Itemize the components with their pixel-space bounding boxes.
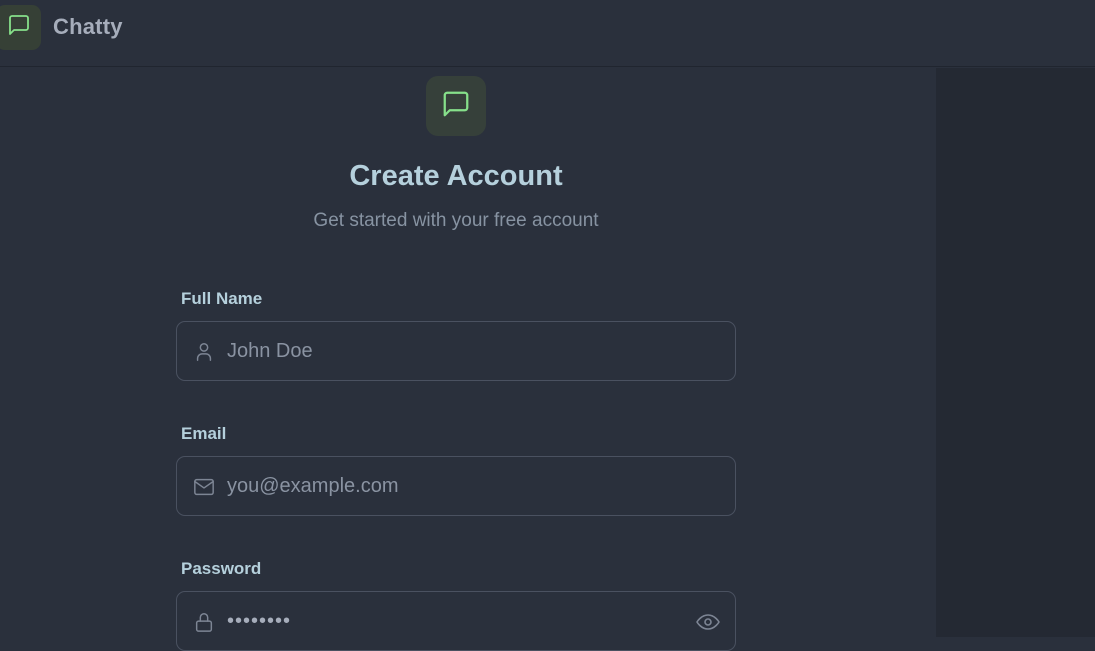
password-input[interactable]: [227, 592, 687, 650]
password-label: Password: [181, 559, 262, 578]
page-title: Create Account: [349, 160, 563, 192]
lock-icon: [192, 610, 216, 634]
email-field[interactable]: [176, 456, 736, 516]
brand-name[interactable]: Chatty: [53, 14, 123, 40]
hero-logo: [426, 76, 486, 136]
eye-icon[interactable]: [695, 610, 721, 634]
full-name-label: Full Name: [181, 289, 263, 308]
password-field[interactable]: [176, 591, 736, 651]
email-input[interactable]: [227, 457, 687, 515]
user-icon: [192, 340, 216, 364]
signup-panel: Create Account Get started with your fre…: [0, 68, 936, 651]
message-square-icon: [441, 89, 471, 124]
top-navbar: Chatty: [0, 0, 1095, 67]
full-name-input[interactable]: [227, 322, 687, 380]
message-square-icon: [7, 13, 31, 42]
email-label: Email: [181, 424, 227, 443]
side-panel: [936, 68, 1095, 637]
page-subtitle: Get started with your free account: [313, 210, 599, 231]
mail-icon: [192, 475, 216, 499]
full-name-field[interactable]: [176, 321, 736, 381]
brand-logo[interactable]: [0, 5, 41, 50]
